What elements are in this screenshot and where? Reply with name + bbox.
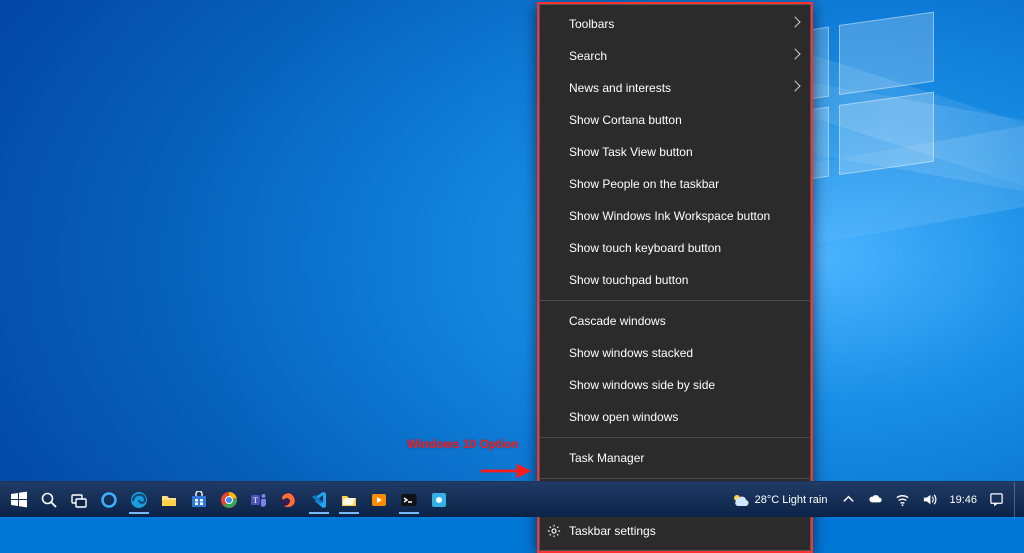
folder-open-icon xyxy=(340,491,358,509)
menu-item-show-open-windows[interactable]: Show open windows xyxy=(539,401,811,433)
annotation-label: Windows 10 Option xyxy=(407,437,518,451)
annotation-arrow-icon xyxy=(477,462,535,480)
menu-item-show-side-by-side[interactable]: Show windows side by side xyxy=(539,369,811,401)
media-icon xyxy=(370,491,388,509)
chevron-right-icon xyxy=(789,48,800,59)
taskbar-app-vscode[interactable] xyxy=(305,486,333,514)
taskbar-app-generic[interactable] xyxy=(425,486,453,514)
weather-icon xyxy=(731,491,749,509)
menu-label: Show windows side by side xyxy=(569,378,715,392)
taskbar-context-menu: Toolbars Search News and interests Show … xyxy=(537,2,813,553)
firefox-icon xyxy=(280,491,298,509)
menu-label: Cascade windows xyxy=(569,314,666,328)
start-button[interactable] xyxy=(5,486,33,514)
tray-clock[interactable]: 19:46 xyxy=(943,482,983,518)
tray-overflow-button[interactable] xyxy=(835,482,862,518)
chevron-up-icon xyxy=(841,492,856,507)
weather-widget[interactable]: 28°C Light rain xyxy=(723,491,836,509)
chrome-icon xyxy=(220,491,238,509)
menu-item-search[interactable]: Search xyxy=(539,40,811,72)
tray-network-icon[interactable] xyxy=(889,482,916,518)
menu-item-show-stacked[interactable]: Show windows stacked xyxy=(539,337,811,369)
taskbar-app-firefox[interactable] xyxy=(275,486,303,514)
app-icon xyxy=(430,491,448,509)
menu-label: Search xyxy=(569,49,607,63)
taskbar-app-file-explorer[interactable] xyxy=(155,486,183,514)
gear-icon xyxy=(547,524,561,538)
taskbar-app-teams[interactable]: T xyxy=(245,486,273,514)
show-desktop-button[interactable] xyxy=(1014,482,1020,518)
menu-item-taskbar-settings[interactable]: Taskbar settings xyxy=(539,515,811,547)
menu-item-show-people[interactable]: Show People on the taskbar xyxy=(539,168,811,200)
taskbar-app-media[interactable] xyxy=(365,486,393,514)
menu-label: Show touch keyboard button xyxy=(569,241,721,255)
menu-label: News and interests xyxy=(569,81,671,95)
menu-label: Show Cortana button xyxy=(569,113,682,127)
store-icon xyxy=(190,491,208,509)
svg-text:T: T xyxy=(253,496,258,505)
menu-item-show-touchpad[interactable]: Show touchpad button xyxy=(539,264,811,296)
search-button[interactable] xyxy=(35,486,63,514)
cortana-icon xyxy=(100,491,118,509)
cloud-icon xyxy=(868,492,883,507)
menu-item-cascade-windows[interactable]: Cascade windows xyxy=(539,305,811,337)
chevron-right-icon xyxy=(789,16,800,27)
menu-item-news-interests[interactable]: News and interests xyxy=(539,72,811,104)
search-icon xyxy=(40,491,58,509)
weather-text: 28°C Light rain xyxy=(755,494,828,506)
taskbar: T 28°C Light rain xyxy=(0,481,1024,517)
menu-item-task-manager[interactable]: Task Manager xyxy=(539,442,811,474)
system-tray: 28°C Light rain 19:46 xyxy=(723,482,1020,518)
folder-icon xyxy=(160,491,178,509)
menu-label: Taskbar settings xyxy=(569,524,656,538)
taskbar-app-edge[interactable] xyxy=(125,486,153,514)
taskbar-app-chrome[interactable] xyxy=(215,486,243,514)
edge-icon xyxy=(130,491,148,509)
menu-label: Show People on the taskbar xyxy=(569,177,719,191)
terminal-icon xyxy=(400,491,418,509)
notifications-icon xyxy=(989,492,1004,507)
taskbar-app-explorer-window[interactable] xyxy=(335,486,363,514)
taskbar-app-store[interactable] xyxy=(185,486,213,514)
taskbar-app-terminal[interactable] xyxy=(395,486,423,514)
menu-item-toolbars[interactable]: Toolbars xyxy=(539,8,811,40)
menu-item-show-cortana[interactable]: Show Cortana button xyxy=(539,104,811,136)
menu-label: Show open windows xyxy=(569,410,678,424)
teams-icon: T xyxy=(250,491,268,509)
menu-label: Show windows stacked xyxy=(569,346,693,360)
tray-volume-icon[interactable] xyxy=(916,482,943,518)
vscode-icon xyxy=(310,491,328,509)
menu-item-show-touch-keyboard[interactable]: Show touch keyboard button xyxy=(539,232,811,264)
wifi-icon xyxy=(895,492,910,507)
task-view-button[interactable] xyxy=(65,486,93,514)
chevron-right-icon xyxy=(789,80,800,91)
action-center-button[interactable] xyxy=(983,482,1010,518)
task-view-icon xyxy=(70,491,88,509)
menu-item-show-ink-workspace[interactable]: Show Windows Ink Workspace button xyxy=(539,200,811,232)
menu-label: Task Manager xyxy=(569,451,644,465)
menu-label: Show Task View button xyxy=(569,145,693,159)
cortana-button[interactable] xyxy=(95,486,123,514)
menu-label: Show touchpad button xyxy=(569,273,688,287)
taskbar-pinned-area: T xyxy=(4,486,454,514)
tray-onedrive-icon[interactable] xyxy=(862,482,889,518)
volume-icon xyxy=(922,492,937,507)
menu-label: Show Windows Ink Workspace button xyxy=(569,209,770,223)
menu-label: Toolbars xyxy=(569,17,614,31)
clock-text: 19:46 xyxy=(949,494,977,506)
menu-item-show-task-view[interactable]: Show Task View button xyxy=(539,136,811,168)
windows-icon xyxy=(10,491,28,509)
